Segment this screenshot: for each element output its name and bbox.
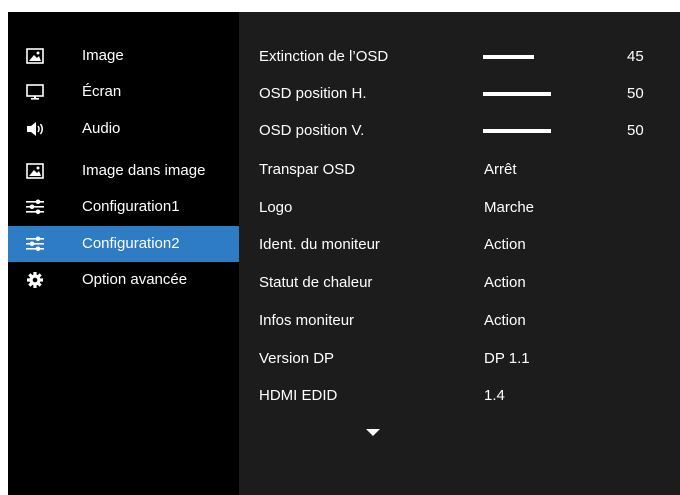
setting-row-osd-v-position[interactable]: OSD position V. 50 [239,113,680,149]
sidebar-item-label: Configuration1 [82,198,180,215]
image-icon [26,48,44,64]
sidebar-item-configuration2[interactable]: Configuration2 [8,226,239,262]
sliders-icon [26,199,44,215]
sidebar-item-image-dans-image[interactable]: Image dans image [8,153,239,189]
setting-label: Transpar OSD [259,161,356,178]
sidebar-item-option-avancee[interactable]: Option avancée [8,262,239,298]
sidebar-item-label: Image dans image [82,162,206,179]
setting-label: OSD position H. [259,85,367,102]
osd-menu: Image Écran Audio Image dans image Confi… [8,12,680,495]
setting-value: 1.4 [484,387,505,404]
setting-label: Version DP [259,350,335,367]
setting-value: Action [484,236,526,253]
sidebar-item-label: Écran [82,83,122,100]
setting-row-logo[interactable]: Logo Marche [239,190,680,226]
setting-row-hdmi-edid[interactable]: HDMI EDID 1.4 [239,378,680,414]
setting-label: Logo [259,199,293,216]
sliders-icon [26,236,44,252]
monitor-icon [26,84,44,100]
setting-value: Action [484,312,526,329]
setting-label: Ident. du moniteur [259,236,380,253]
setting-label: Statut de chaleur [259,274,373,291]
sidebar-item-label: Audio [82,120,121,137]
sidebar-item-label: Configuration2 [82,235,180,252]
setting-value: 45 [627,48,644,65]
sidebar-item-ecran[interactable]: Écran [8,74,239,110]
sidebar-item-label: Image [82,47,124,64]
slider-bar[interactable] [483,55,551,59]
settings-panel: Extinction de l’OSD 45 OSD position H. 5… [239,12,680,495]
setting-row-osd-timeout[interactable]: Extinction de l’OSD 45 [239,39,680,75]
setting-label: OSD position V. [259,122,365,139]
speaker-icon [26,121,44,137]
setting-row-heat-status[interactable]: Statut de chaleur Action [239,265,680,301]
slider-bar[interactable] [483,92,551,96]
sidebar-item-label: Option avancée [82,271,188,288]
setting-value: Arrêt [484,161,517,178]
sidebar-item-configuration1[interactable]: Configuration1 [8,189,239,225]
setting-value: Action [484,274,526,291]
setting-value: DP 1.1 [484,350,530,367]
setting-label: Extinction de l’OSD [259,48,389,65]
setting-label: HDMI EDID [259,387,338,404]
setting-row-osd-h-position[interactable]: OSD position H. 50 [239,76,680,112]
sidebar-item-audio[interactable]: Audio [8,111,239,147]
slider-bar[interactable] [483,129,551,133]
setting-row-monitor-info[interactable]: Infos moniteur Action [239,303,680,339]
setting-row-osd-transparency[interactable]: Transpar OSD Arrêt [239,152,680,188]
sidebar-item-image[interactable]: Image [8,38,239,74]
chevron-down-icon[interactable] [366,429,380,436]
gear-icon [26,272,44,288]
setting-value: 50 [627,122,644,139]
image-icon [26,163,44,179]
setting-row-monitor-id[interactable]: Ident. du moniteur Action [239,227,680,263]
setting-row-dp-version[interactable]: Version DP DP 1.1 [239,341,680,377]
setting-label: Infos moniteur [259,312,355,329]
setting-value: 50 [627,85,644,102]
setting-value: Marche [484,199,535,216]
